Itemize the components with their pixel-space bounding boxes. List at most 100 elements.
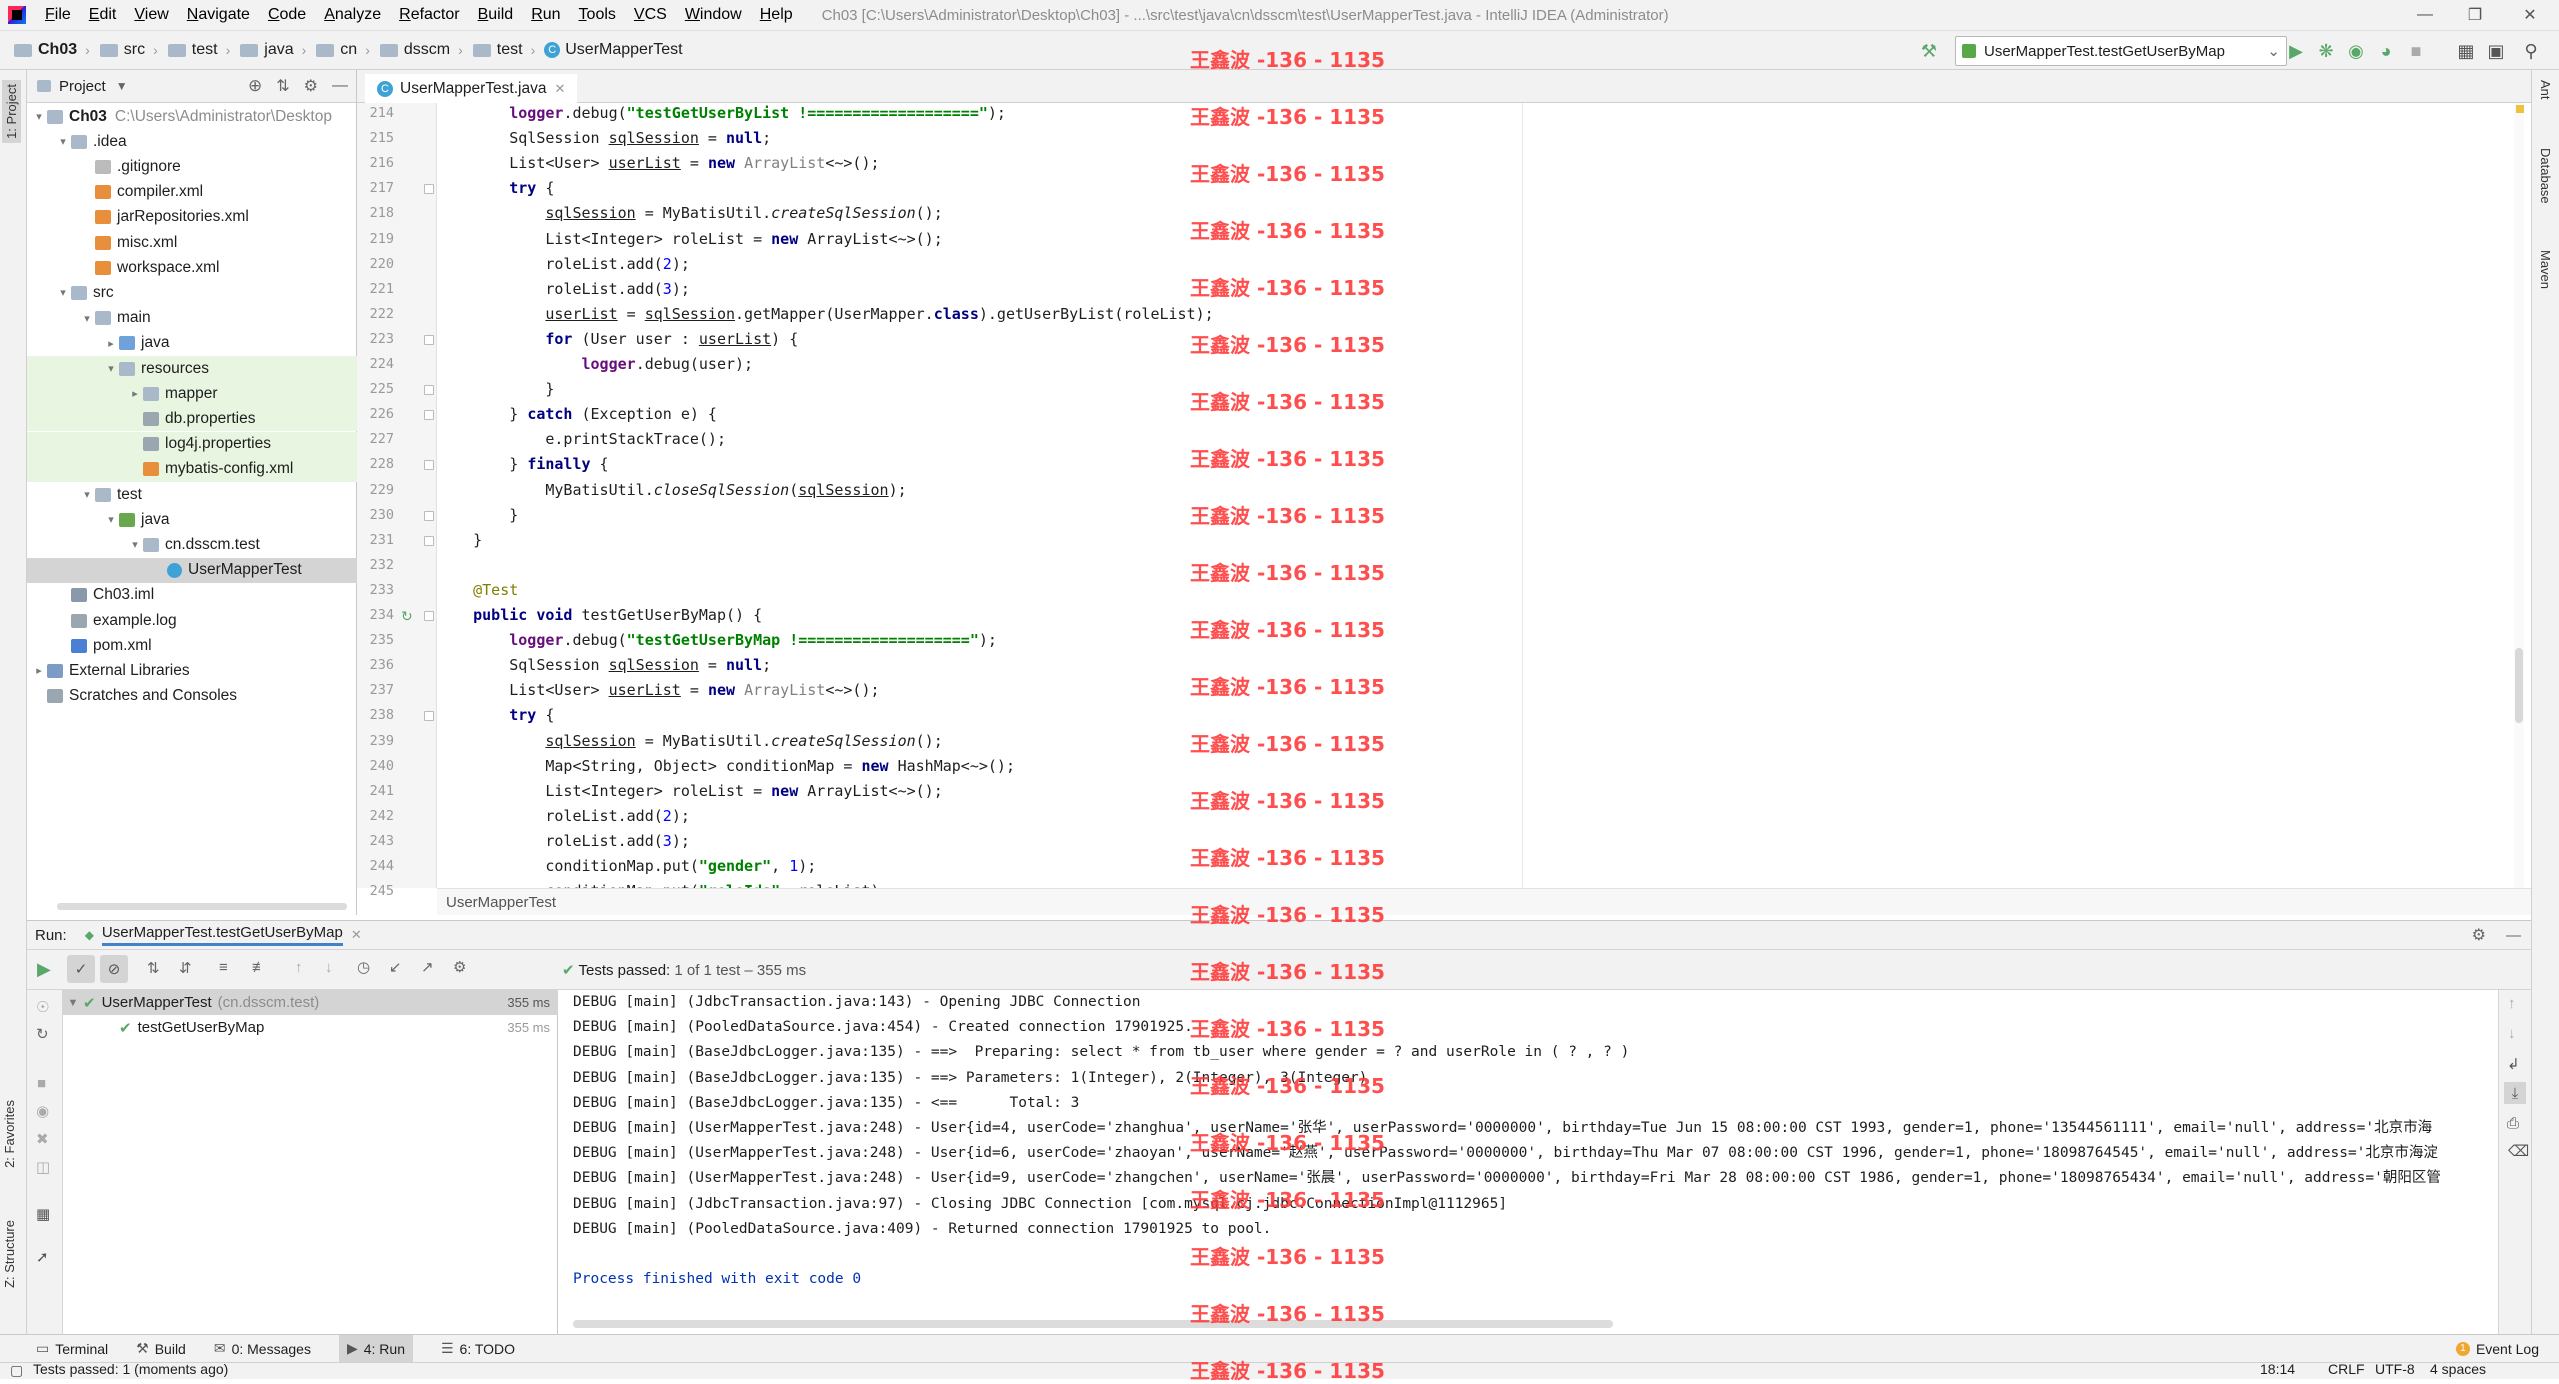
tool-tab-messages[interactable]: ✉ 0: Messages bbox=[214, 1340, 311, 1357]
close-tab-icon[interactable]: ✕ bbox=[554, 81, 565, 97]
search-everywhere-icon[interactable]: ⚲ bbox=[2520, 40, 2542, 62]
menu-file[interactable]: File bbox=[36, 6, 80, 24]
print-icon[interactable]: ⎙ bbox=[2507, 1115, 2519, 1132]
history-icon[interactable]: ◷ bbox=[357, 958, 370, 976]
menu-code[interactable]: Code bbox=[259, 6, 315, 24]
chevron-down-icon[interactable]: ▾ bbox=[127, 538, 143, 551]
code-line[interactable]: public void testGetUserByMap() { bbox=[437, 603, 762, 628]
tree-item[interactable]: misc.xml bbox=[27, 230, 357, 255]
code-line[interactable]: } finally { bbox=[437, 452, 608, 477]
cursor-position[interactable]: 18:14 bbox=[2260, 1363, 2295, 1377]
menu-view[interactable]: View bbox=[125, 6, 177, 24]
code-line[interactable]: sqlSession = MyBatisUtil.createSqlSessio… bbox=[437, 729, 942, 754]
chevron-right-icon[interactable]: ▸ bbox=[127, 387, 143, 400]
scroll-to-end-icon[interactable]: ⤓ bbox=[2504, 1082, 2526, 1104]
tree-item[interactable]: ▸ mapper bbox=[27, 381, 357, 407]
tool-tab-run[interactable]: ▶ 4: Run bbox=[338, 1334, 413, 1363]
chevron-down-icon[interactable]: ▾ bbox=[55, 135, 71, 148]
tree-item[interactable]: UserMapperTest bbox=[27, 557, 357, 583]
menu-tools[interactable]: Tools bbox=[570, 6, 625, 24]
show-passed-icon[interactable]: ✓ bbox=[67, 955, 95, 983]
code-line[interactable]: SqlSession sqlSession = null; bbox=[437, 126, 771, 151]
tree-item[interactable]: ▸ java bbox=[27, 331, 357, 356]
tree-item[interactable]: ▾ Ch03 C:\Users\Administrator\Desktop bbox=[27, 104, 357, 129]
up-icon[interactable]: ↑ bbox=[2508, 995, 2516, 1012]
soft-wrap-icon[interactable]: ↲ bbox=[2507, 1055, 2520, 1073]
code-line[interactable]: roleList.add(2); bbox=[437, 804, 690, 829]
status-message[interactable]: Tests passed: 1 (moments ago) bbox=[33, 1363, 228, 1377]
run-icon[interactable]: ▶ bbox=[2285, 40, 2307, 62]
import-tests-icon[interactable]: ↙ bbox=[389, 958, 402, 976]
fold-marker-icon[interactable] bbox=[424, 385, 434, 396]
minimize-icon[interactable]: — bbox=[2400, 0, 2450, 30]
trash-icon[interactable]: ⌫ bbox=[2508, 1142, 2529, 1160]
breadcrumb-item[interactable]: test › bbox=[467, 41, 535, 59]
editor-tab-usermappertest[interactable]: C UserMapperTest.java ✕ bbox=[365, 74, 578, 106]
run-test-gutter-icon[interactable]: ↻ bbox=[401, 608, 413, 625]
fold-marker-icon[interactable] bbox=[424, 510, 434, 521]
fold-marker-icon[interactable] bbox=[424, 410, 434, 421]
code-line[interactable]: } bbox=[437, 377, 554, 402]
code-line[interactable]: SqlSession sqlSession = null; bbox=[437, 653, 771, 678]
tree-item[interactable]: mybatis-config.xml bbox=[27, 456, 357, 482]
code-line[interactable]: for (User user : userList) { bbox=[437, 327, 798, 352]
gear-icon[interactable]: ⚙ bbox=[2472, 925, 2486, 945]
export-icon[interactable]: ◫ bbox=[36, 1158, 50, 1176]
test-row-method[interactable]: ✔ testGetUserByMap 355 ms bbox=[63, 1015, 558, 1040]
code-line[interactable]: logger.debug("testGetUserByList !=======… bbox=[437, 103, 1006, 126]
gear-icon[interactable]: ⚙ bbox=[453, 958, 466, 976]
menu-help[interactable]: Help bbox=[751, 6, 802, 24]
run-configuration-select[interactable]: UserMapperTest.testGetUserByMap ⌄ bbox=[1955, 36, 2287, 66]
tree-item[interactable]: ▾ test bbox=[27, 482, 357, 507]
locate-icon[interactable]: ⊕ bbox=[248, 76, 262, 96]
code-line[interactable]: try { bbox=[437, 176, 554, 201]
menu-vcs[interactable]: VCS bbox=[625, 6, 676, 24]
close-tab-icon[interactable]: ✕ bbox=[351, 927, 362, 943]
fold-marker-icon[interactable] bbox=[424, 184, 434, 195]
chevron-down-icon[interactable]: ▾ bbox=[103, 513, 119, 526]
code-line[interactable]: List<Integer> roleList = new ArrayList<~… bbox=[437, 227, 942, 252]
fold-marker-icon[interactable] bbox=[424, 535, 434, 546]
tool-tab-event-log[interactable]: 1 Event Log bbox=[2455, 1341, 2539, 1357]
hide-panel-icon[interactable]: — bbox=[332, 77, 348, 95]
editor-scrollbar[interactable] bbox=[2514, 103, 2524, 888]
tree-item[interactable]: ▾ main bbox=[27, 306, 357, 331]
tool-tab-maven[interactable]: Maven bbox=[2538, 250, 2553, 289]
menu-navigate[interactable]: Navigate bbox=[178, 6, 259, 24]
code-line[interactable]: List<User> userList = new ArrayList<~>()… bbox=[437, 678, 879, 703]
menu-analyze[interactable]: Analyze bbox=[315, 6, 390, 24]
tree-item[interactable]: ▾ cn.dsscm.test bbox=[27, 532, 357, 557]
tree-item[interactable]: ▾ java bbox=[27, 507, 357, 532]
code-line[interactable]: roleList.add(2); bbox=[437, 252, 690, 277]
tree-item[interactable]: ▸ External Libraries bbox=[27, 658, 357, 683]
camera-icon[interactable]: ◉ bbox=[36, 1102, 49, 1120]
line-separator[interactable]: CRLF bbox=[2328, 1363, 2365, 1377]
indent-setting[interactable]: 4 spaces bbox=[2430, 1363, 2486, 1377]
code-line[interactable]: roleList.add(3); bbox=[437, 829, 690, 854]
breadcrumb-item[interactable]: java › bbox=[234, 41, 306, 59]
tree-item[interactable]: ▾ .idea bbox=[27, 129, 357, 154]
chevron-right-icon[interactable]: ▸ bbox=[31, 664, 47, 677]
coverage-icon[interactable]: ◉ bbox=[2345, 40, 2367, 62]
code-line[interactable]: e.printStackTrace(); bbox=[437, 427, 726, 452]
pin-icon[interactable]: ☉ bbox=[36, 998, 49, 1016]
code-line[interactable]: try { bbox=[437, 703, 554, 728]
tool-tab-terminal[interactable]: ▭ Terminal bbox=[36, 1340, 108, 1357]
project-view-selector[interactable]: Project bbox=[59, 78, 106, 95]
menu-edit[interactable]: Edit bbox=[80, 6, 126, 24]
fold-marker-icon[interactable] bbox=[424, 611, 434, 621]
tree-item[interactable]: db.properties bbox=[27, 406, 357, 432]
tool-tab-structure[interactable]: Z: Structure bbox=[2, 1220, 17, 1288]
pin-tab-icon[interactable]: ➚ bbox=[36, 1248, 49, 1266]
breadcrumb-item[interactable]: src › bbox=[94, 41, 158, 59]
fold-marker-icon[interactable] bbox=[424, 460, 434, 471]
tree-item[interactable]: Scratches and Consoles bbox=[27, 684, 357, 709]
restore-layout-icon[interactable]: ↻ bbox=[36, 1025, 49, 1043]
breadcrumb-item[interactable]: test › bbox=[162, 41, 230, 59]
fold-marker-icon[interactable] bbox=[424, 711, 434, 722]
tool-tab-ant[interactable]: Ant bbox=[2538, 80, 2553, 100]
hide-panel-icon[interactable]: — bbox=[2506, 927, 2521, 944]
sort-alpha-icon[interactable]: ⇅ bbox=[147, 959, 160, 977]
code-editor[interactable]: logger.debug("testGetUserByList !=======… bbox=[437, 103, 2531, 888]
file-encoding[interactable]: UTF-8 bbox=[2375, 1363, 2415, 1377]
